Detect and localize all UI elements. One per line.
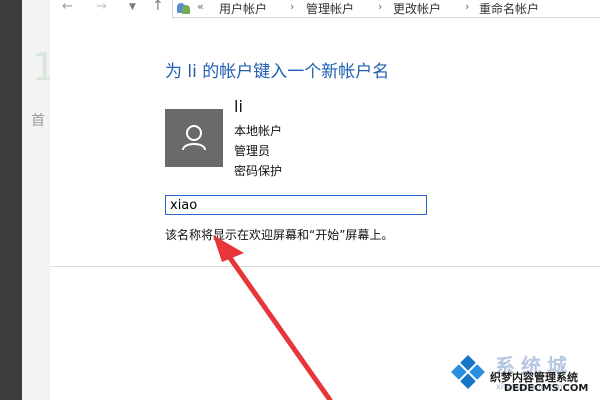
breadcrumb-item-change-account[interactable]: 更改帐户: [393, 0, 441, 17]
breadcrumb-item-rename-account[interactable]: 重命名帐户: [479, 0, 539, 17]
breadcrumb-separator-icon[interactable]: ›: [465, 0, 469, 13]
breadcrumb[interactable]: « 用户帐户 › 管理帐户 › 更改帐户 › 重命名帐户: [172, 0, 600, 18]
back-arrow-icon[interactable]: ←: [62, 0, 73, 14]
watermark: 系统城 xitongcheng.com 织梦内容管理系统 DEDECMS.COM: [448, 350, 600, 400]
rename-account-window: ← → ▼ ↑ « 用户帐户 › 管理帐户 › 更改帐户 › 重命名帐户 为 l…: [50, 0, 600, 400]
desktop-left-strip: [0, 0, 22, 400]
account-role: 管理员: [234, 144, 271, 158]
user-icon: [182, 125, 206, 151]
name-hint-text: 该名称将显示在欢迎屏幕和“开始”屏幕上。: [165, 228, 394, 242]
forward-arrow-icon[interactable]: →: [96, 0, 107, 14]
avatar: [165, 109, 223, 167]
account-type: 本地帐户: [234, 124, 283, 138]
account-protection: 密码保护: [234, 164, 283, 178]
breadcrumb-separator-icon[interactable]: ›: [290, 0, 294, 13]
new-account-name-input[interactable]: [165, 195, 427, 215]
address-bar: ← → ▼ ↑ « 用户帐户 › 管理帐户 › 更改帐户 › 重命名帐户: [50, 0, 600, 18]
recent-locations-chevron-icon[interactable]: ▼: [129, 2, 136, 12]
page-title: 为 li 的帐户键入一个新帐户名: [165, 62, 390, 82]
divider: [50, 266, 600, 267]
user-accounts-icon: [177, 1, 191, 14]
account-name: li: [234, 97, 243, 116]
watermark-en-text: DEDECMS.COM: [504, 383, 589, 394]
breadcrumb-separator-icon[interactable]: ›: [378, 0, 382, 13]
background-small-text: 首: [31, 113, 45, 129]
up-arrow-icon[interactable]: ↑: [152, 0, 164, 14]
windows-logo-icon: [451, 355, 485, 389]
breadcrumb-overflow-icon[interactable]: «: [197, 0, 204, 13]
breadcrumb-item-manage-accounts[interactable]: 管理帐户: [306, 0, 354, 17]
breadcrumb-item-user-accounts[interactable]: 用户帐户: [219, 0, 267, 17]
